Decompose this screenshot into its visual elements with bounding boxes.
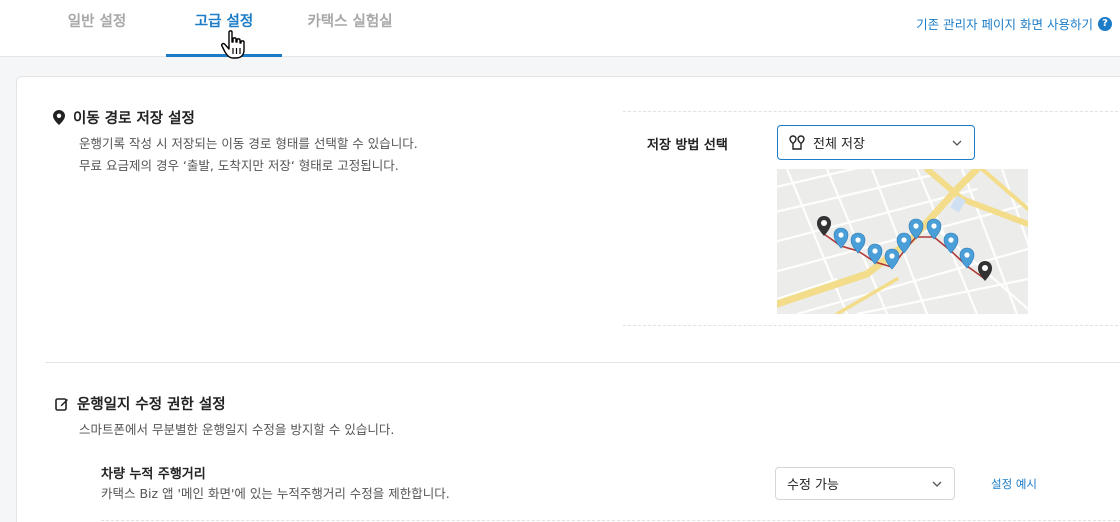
select-value: 전체 저장 — [813, 137, 865, 152]
legacy-link-label: 기존 관리자 페이지 화면 사용하기 — [916, 17, 1093, 32]
hand-cursor-icon — [221, 30, 245, 59]
tab-cartax-lab[interactable]: 카택스 실험실 — [296, 0, 404, 57]
permission-section-title: 운행일지 수정 권한 설정 — [55, 393, 226, 414]
tab-label: 일반 설정 — [67, 14, 127, 30]
setting-example-link[interactable]: 설정 예시 — [991, 476, 1037, 492]
dashed-divider — [101, 520, 1120, 521]
description-line: 운행기록 작성 시 저장되는 이동 경로 형태를 선택할 수 있습니다. — [79, 136, 418, 151]
select-value: 수정 가능 — [787, 478, 839, 493]
route-section-description: 운행기록 작성 시 저장되는 이동 경로 형태를 선택할 수 있습니다. 무료 … — [79, 133, 418, 177]
section-divider — [45, 362, 1120, 363]
section-title-text: 이동 경로 저장 설정 — [73, 111, 195, 127]
tab-general-settings[interactable]: 일반 설정 — [56, 0, 138, 57]
dashed-divider — [623, 325, 1120, 326]
tab-label: 고급 설정 — [194, 14, 254, 30]
top-tab-bar: 일반 설정 고급 설정 카택스 실험실 기존 관리자 페이지 화면 사용하기 ? — [0, 0, 1120, 57]
dashed-divider — [623, 111, 1120, 112]
save-method-label: 저장 방법 선택 — [647, 138, 728, 153]
odometer-setting-title: 차량 누적 주행거리 — [101, 467, 206, 482]
route-map-preview — [777, 169, 1028, 314]
permission-section-description: 스마트폰에서 무분별한 운행일지 수정을 방지할 수 있습니다. — [79, 422, 395, 437]
use-legacy-admin-link[interactable]: 기존 관리자 페이지 화면 사용하기 ? — [916, 14, 1112, 33]
odometer-setting-description: 카택스 Biz 앱 '메인 화면'에 있는 누적주행거리 수정을 제한합니다. — [101, 486, 450, 501]
save-method-select[interactable]: 전체 저장 — [777, 125, 975, 160]
description-line: 무료 요금제의 경우 ‘출발, 도착지만 저장‘ 형태로 고정됩니다. — [79, 158, 399, 173]
route-section-title: 이동 경로 저장 설정 — [53, 107, 195, 128]
section-title-text: 운행일지 수정 권한 설정 — [77, 397, 226, 413]
map-image — [777, 169, 1028, 314]
route-pins-icon — [789, 134, 805, 150]
tab-label: 카택스 실험실 — [307, 14, 393, 30]
help-icon[interactable]: ? — [1098, 16, 1112, 31]
edit-icon — [55, 397, 68, 411]
map-pin-icon — [53, 110, 65, 125]
chevron-down-icon — [952, 140, 962, 146]
settings-card: 이동 경로 저장 설정 운행기록 작성 시 저장되는 이동 경로 형태를 선택할… — [16, 76, 1120, 522]
odometer-edit-select[interactable]: 수정 가능 — [775, 467, 955, 500]
chevron-down-icon — [932, 481, 942, 487]
